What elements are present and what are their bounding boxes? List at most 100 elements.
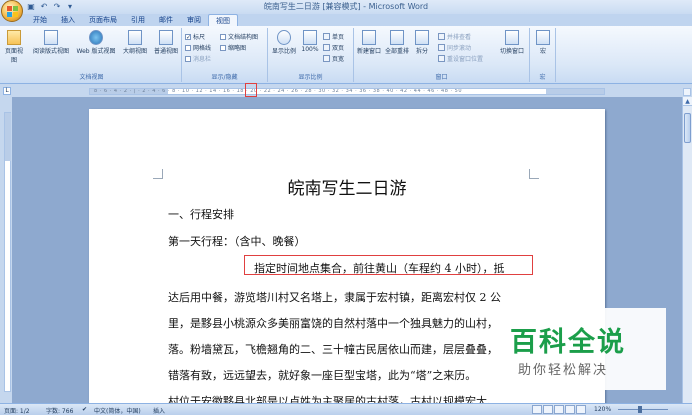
- group-label-show-hide: 显示/隐藏: [211, 74, 238, 81]
- arrange-all-button[interactable]: 全部重排: [384, 30, 410, 55]
- arrange-all-icon: [390, 30, 404, 45]
- doc-line: 错落有致，远远望去，就好象一座巨型宝塔，此为“塔”之来历。: [168, 369, 477, 382]
- macros-icon: [536, 30, 550, 45]
- view-ruler-button[interactable]: [683, 88, 691, 96]
- one-page-icon: [323, 33, 330, 40]
- unchecked-icon: [220, 33, 226, 40]
- page-count[interactable]: 页面: 1/2: [4, 406, 30, 415]
- checked-icon: ✓: [185, 33, 192, 41]
- zoom-100-button[interactable]: 100%: [300, 30, 320, 53]
- spelling-icon[interactable]: ✔: [82, 406, 87, 413]
- zoom-slider-knob[interactable]: [638, 406, 642, 413]
- reading-view-icon[interactable]: [543, 405, 553, 414]
- two-pages-icon: [323, 44, 330, 51]
- ruler-indent-highlight: [245, 83, 257, 97]
- group-zoom: 显示比例 100% 单页 双页 页宽 显示比例: [268, 28, 354, 82]
- scroll-up-arrow-icon[interactable]: ▲: [683, 97, 692, 106]
- draft-button[interactable]: 普通视图: [152, 30, 180, 55]
- new-window-button[interactable]: 新建窗口: [356, 30, 382, 55]
- doc-line: 里，是黟县小桃源众多美丽富饶的自然村落中一个独具魅力的山村，: [168, 317, 498, 330]
- group-show-hide: ✓ 标尺 网格线 消息栏 文档结构图 缩略图 显示/隐藏: [182, 28, 268, 82]
- tab-page-layout[interactable]: 页面布局: [82, 14, 124, 26]
- outline-view-icon[interactable]: [565, 405, 575, 414]
- zoom-slider[interactable]: [618, 409, 668, 410]
- insert-mode-indicator[interactable]: 插入: [153, 406, 165, 415]
- magnifier-icon: [277, 30, 291, 45]
- ribbon-tabs: 开始 插入 页面布局 引用 邮件 审阅 视图: [0, 14, 692, 26]
- group-window: 新建窗口 全部重排 拆分 并排查看 同步滚动 重设窗口位置 切换窗口 窗口: [354, 28, 530, 82]
- word-count[interactable]: 字数: 766: [46, 406, 73, 415]
- language-indicator[interactable]: 中文(简体，中国): [94, 406, 141, 415]
- reading-view-icon: [44, 30, 58, 45]
- web-layout-button[interactable]: Web 版式视图: [74, 30, 118, 55]
- group-label-macros: 宏: [539, 74, 546, 81]
- reset-position-icon: [438, 55, 445, 62]
- ruler-numbers: 8 · 6 · 4 · 2 · | · 2 · 4 · 6 · 8 · 10 ·…: [94, 88, 463, 94]
- tab-mailings[interactable]: 邮件: [152, 14, 180, 26]
- watermark-sub-text: 助你轻松解决: [518, 363, 609, 378]
- document-title: 皖南写生二日游: [287, 179, 407, 199]
- doc-line: 村位于安徽黟县北部是以卢姓为主聚居的古村落，古村以规模宏大、: [168, 395, 498, 403]
- group-macros: 宏 宏: [530, 28, 556, 82]
- scrollbar-thumb[interactable]: [684, 113, 691, 143]
- ruler-right-margin: [546, 89, 604, 94]
- synchronous-scrolling-button[interactable]: 同步滚动: [438, 43, 471, 52]
- group-label-window: 窗口: [435, 74, 448, 81]
- print-layout-button[interactable]: 页面视图: [4, 30, 24, 64]
- new-window-icon: [362, 30, 376, 45]
- page-width-button[interactable]: 页宽: [323, 54, 344, 63]
- reset-window-position-button[interactable]: 重设窗口位置: [438, 54, 483, 63]
- two-pages-button[interactable]: 双页: [323, 43, 344, 52]
- macros-button[interactable]: 宏: [533, 30, 553, 55]
- office-logo-icon: [7, 6, 18, 17]
- switch-windows-button[interactable]: 切换窗口: [498, 30, 526, 55]
- switch-windows-icon: [505, 30, 519, 45]
- web-layout-icon: [89, 30, 103, 45]
- office-button[interactable]: [1, 0, 23, 22]
- doc-line: 第一天行程：（含中、晚餐）: [168, 235, 306, 248]
- web-view-icon[interactable]: [554, 405, 564, 414]
- watermark-main-text: 百科全说: [510, 327, 626, 358]
- unchecked-icon: [220, 44, 226, 51]
- tab-selector[interactable]: L: [3, 87, 11, 95]
- vertical-scrollbar[interactable]: ▲: [682, 97, 692, 403]
- split-button[interactable]: 拆分: [412, 30, 432, 55]
- tab-view[interactable]: 视图: [208, 14, 238, 26]
- group-document-views: 页面视图 阅读版式视图 Web 版式视图 大纲视图 普通视图 文档视图: [2, 28, 182, 82]
- group-label-document-views: 文档视图: [79, 74, 104, 81]
- watermark: 百科全说 助你轻松解决: [496, 308, 666, 390]
- doc-line: 一、行程安排: [168, 208, 234, 221]
- tab-review[interactable]: 审阅: [180, 14, 208, 26]
- full-screen-reading-button[interactable]: 阅读版式视图: [32, 30, 70, 55]
- view-shortcuts: [532, 405, 586, 414]
- zoom-button[interactable]: 显示比例: [270, 30, 298, 55]
- sync-scroll-icon: [438, 44, 445, 51]
- unchecked-icon: [185, 55, 191, 62]
- doc-line: 落。粉墙黛瓦，飞檐翘角的二、三十幢古民居依山而建，层层叠叠，: [168, 343, 498, 356]
- tab-references[interactable]: 引用: [124, 14, 152, 26]
- message-bar-checkbox[interactable]: 消息栏: [185, 54, 211, 63]
- ruler-top-margin: [5, 113, 11, 161]
- horizontal-ruler[interactable]: 8 · 6 · 4 · 2 · | · 2 · 4 · 6 · 8 · 10 ·…: [89, 88, 605, 95]
- zoom-100-icon: [303, 30, 317, 45]
- page-width-icon: [323, 55, 330, 62]
- side-by-side-icon: [438, 33, 445, 40]
- draft-icon: [159, 30, 173, 45]
- draft-view-icon[interactable]: [576, 405, 586, 414]
- one-page-button[interactable]: 单页: [323, 32, 344, 41]
- view-side-by-side-button[interactable]: 并排查看: [438, 32, 471, 41]
- thumbnails-checkbox[interactable]: 缩略图: [220, 43, 246, 52]
- document-map-checkbox[interactable]: 文档结构图: [220, 32, 258, 41]
- tab-insert[interactable]: 插入: [54, 14, 82, 26]
- tab-home[interactable]: 开始: [26, 14, 54, 26]
- vertical-ruler[interactable]: [4, 112, 11, 392]
- ruler-checkbox[interactable]: ✓ 标尺: [185, 32, 205, 41]
- status-bar: 页面: 1/2 字数: 766 ✔ 中文(简体，中国) 插入 120%: [0, 403, 692, 415]
- print-layout-icon: [7, 30, 21, 45]
- print-layout-view-icon[interactable]: [532, 405, 542, 414]
- outline-button[interactable]: 大纲视图: [121, 30, 149, 55]
- ribbon: 页面视图 阅读版式视图 Web 版式视图 大纲视图 普通视图 文档视图 ✓ 标尺 …: [0, 26, 692, 84]
- gridlines-checkbox[interactable]: 网格线: [185, 43, 211, 52]
- window-title: 皖南写生二日游 [兼容模式] - Microsoft Word: [263, 2, 429, 11]
- zoom-level[interactable]: 120%: [594, 406, 611, 413]
